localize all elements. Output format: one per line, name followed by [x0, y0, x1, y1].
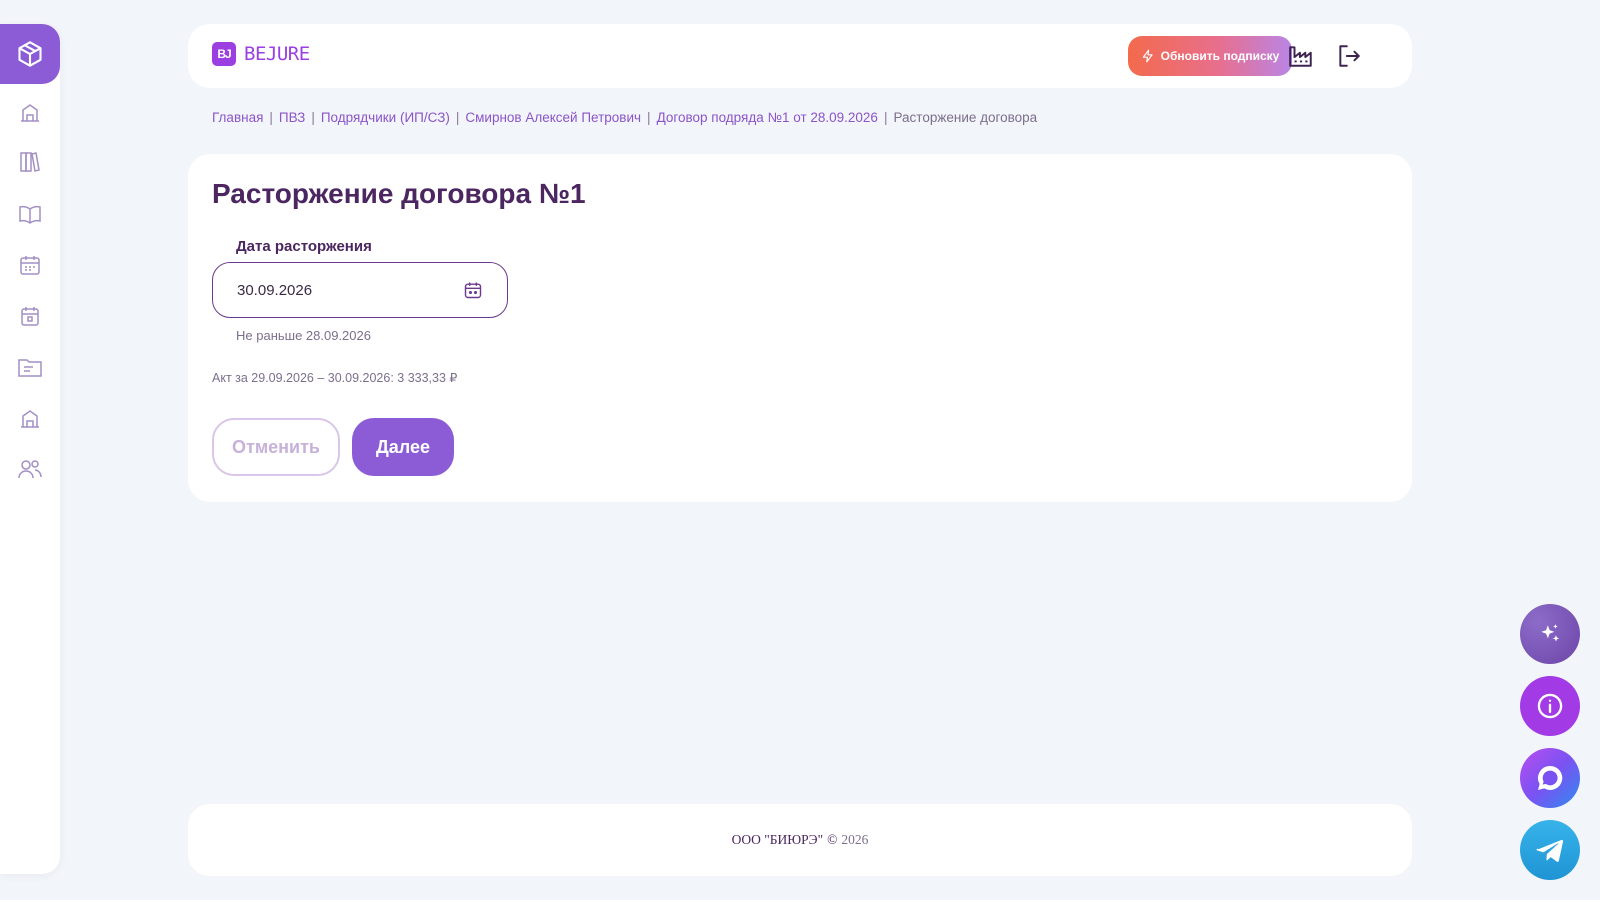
footer-company: ООО "БИЮРЭ"	[731, 832, 824, 847]
sidebar-item-employees[interactable]	[0, 449, 60, 489]
calendar-icon[interactable]	[463, 280, 483, 300]
building-icon	[21, 410, 39, 428]
breadcrumb-separator: |	[269, 110, 273, 125]
page-title: Расторжение договора №1	[212, 178, 586, 209]
footer: ООО "БИЮРЭ" © 2026	[188, 804, 1412, 876]
sidebar-item-library[interactable]	[0, 142, 60, 182]
chat-button[interactable]	[1520, 748, 1580, 808]
sidebar-item-guide[interactable]	[0, 194, 60, 234]
logout-icon[interactable]	[1336, 43, 1362, 69]
breadcrumb-separator: |	[311, 110, 315, 125]
calendar-day-icon	[21, 307, 39, 326]
footer-copyright: ©	[827, 832, 838, 847]
logo[interactable]: BJ BEJURE	[212, 42, 310, 66]
breadcrumb-contract[interactable]: Договор подряда №1 от 28.09.2026	[657, 110, 878, 125]
breadcrumb: Главная | ПВЗ | Подрядчики (ИП/СЗ) | Сми…	[212, 110, 1037, 125]
info-icon	[1537, 693, 1563, 719]
termination-date-label: Дата расторжения	[236, 238, 372, 255]
book-open-icon	[19, 205, 41, 224]
cancel-button[interactable]: Отменить	[212, 418, 340, 476]
calendar-grid-icon	[20, 256, 40, 275]
upgrade-subscription-button[interactable]: Обновить подписку	[1128, 36, 1292, 76]
sidebar-item-schedule[interactable]	[0, 245, 60, 285]
telegram-button[interactable]	[1520, 820, 1580, 880]
lightning-icon	[1142, 49, 1153, 63]
sidebar-item-products[interactable]	[0, 24, 60, 84]
top-header: BJ BEJURE Обновить подписку	[188, 24, 1412, 88]
next-button[interactable]: Далее	[352, 418, 454, 476]
breadcrumb-home[interactable]: Главная	[212, 110, 263, 125]
sparkles-icon	[1541, 624, 1560, 642]
building-icon	[21, 104, 39, 122]
footer-year: 2026	[841, 832, 869, 847]
folder-icon	[18, 359, 42, 377]
breadcrumb-current: Расторжение договора	[893, 110, 1038, 125]
sidebar-item-offices[interactable]	[0, 398, 60, 438]
termination-form-card: Расторжение договора №1 Дата расторжения…	[188, 154, 1412, 502]
breadcrumb-pvz[interactable]: ПВЗ	[279, 110, 305, 125]
breadcrumb-separator: |	[455, 110, 460, 125]
breadcrumb-separator: |	[883, 110, 888, 125]
sidebar-item-documents[interactable]	[0, 347, 60, 387]
chat-icon	[1537, 765, 1563, 790]
termination-date-input[interactable]: 30.09.2026	[212, 262, 508, 318]
breadcrumb-contractor[interactable]: Смирнов Алексей Петрович	[465, 110, 641, 125]
sidebar-item-buildings[interactable]	[0, 92, 60, 132]
info-button[interactable]	[1520, 676, 1580, 736]
ai-assistant-button[interactable]	[1520, 604, 1580, 664]
factory-icon[interactable]	[1288, 43, 1314, 69]
books-icon	[20, 152, 40, 172]
termination-date-value: 30.09.2026	[237, 281, 313, 299]
act-summary: Акт за 29.09.2026 – 30.09.2026: 3 333,33…	[212, 371, 458, 385]
sidebar	[0, 24, 60, 874]
sidebar-item-calendar[interactable]	[0, 296, 60, 336]
users-icon	[18, 460, 42, 479]
box-icon	[18, 41, 42, 67]
breadcrumb-contractors[interactable]: Подрядчики (ИП/СЗ)	[321, 110, 450, 125]
telegram-icon	[1536, 839, 1564, 862]
date-hint: Не раньше 28.09.2026	[236, 328, 371, 343]
logo-mark: BJ	[212, 42, 236, 66]
logo-text: BEJURE	[244, 43, 310, 65]
upgrade-subscription-label: Обновить подписку	[1160, 49, 1280, 63]
breadcrumb-separator: |	[647, 110, 651, 125]
